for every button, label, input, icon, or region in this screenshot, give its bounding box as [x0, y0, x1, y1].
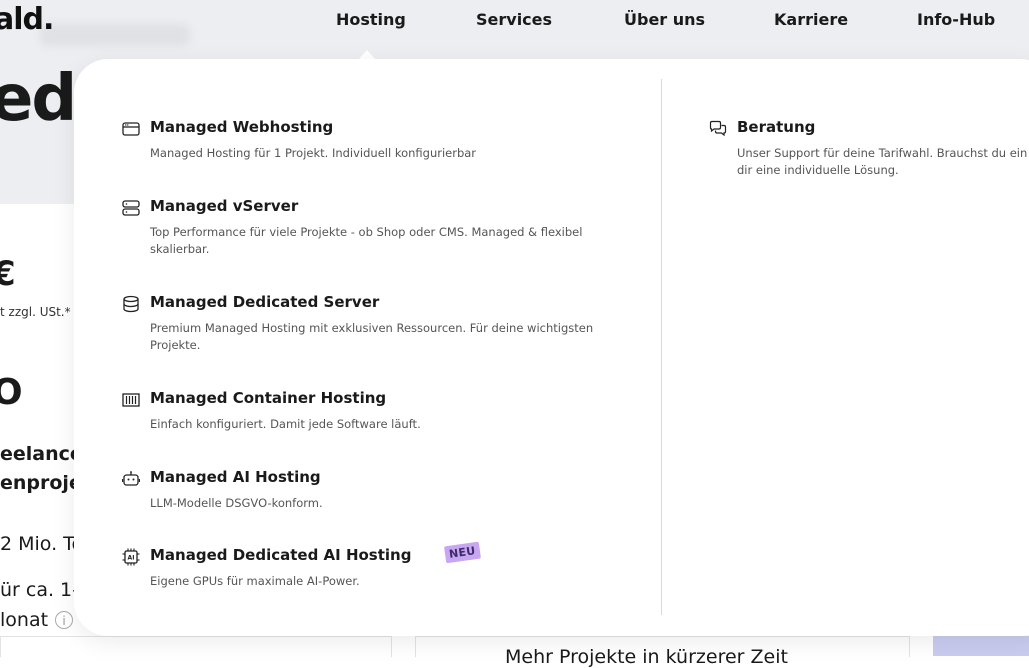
pricing-card-accent — [933, 636, 1029, 656]
menu-item-title: Managed Dedicated AI Hosting — [150, 546, 412, 564]
feature-line: 2 Mio. To — [0, 533, 84, 555]
feature-line: ür ca. 1– — [0, 579, 82, 601]
menu-item-description: Premium Managed Hosting mit exklusiven R… — [150, 321, 594, 352]
menu-item-managed-dedicated-server[interactable]: Managed Dedicated Server Premium Managed… — [122, 293, 622, 357]
section-heading: O — [0, 372, 23, 413]
robot-icon — [122, 471, 140, 486]
server-icon — [122, 200, 140, 216]
hosting-dropdown: Managed Webhosting Managed Hosting für 1… — [74, 59, 1029, 636]
feature-line: lonat — [0, 609, 49, 631]
container-icon — [122, 393, 140, 407]
feature-line: eelance — [0, 443, 83, 465]
price-note: t zzgl. USt.* — [0, 305, 71, 319]
svg-text:AI: AI — [128, 555, 135, 562]
menu-item-managed-webhosting[interactable]: Managed Webhosting Managed Hosting für 1… — [122, 118, 622, 170]
pricing-card — [0, 636, 392, 657]
menu-item-title: Managed vServer — [150, 197, 299, 215]
browser-window-icon — [122, 122, 140, 136]
menu-item-title: Managed Webhosting — [150, 118, 334, 136]
main-nav: Hosting Services Über uns Karriere Info-… — [0, 0, 1029, 40]
menu-item-managed-container-hosting[interactable]: Managed Container Hosting Einfach konfig… — [122, 389, 622, 437]
nav-info-hub[interactable]: Info-Hub — [917, 10, 995, 29]
menu-item-managed-ai-hosting[interactable]: Managed AI Hosting LLM-Modelle DSGVO-kon… — [122, 468, 622, 516]
menu-item-description: Einfach konfiguriert. Damit jede Softwar… — [150, 417, 421, 431]
description-line: Unser Support für deine Tarifwahl. Brauc… — [737, 146, 1028, 160]
menu-item-beratung[interactable]: Beratung Unser Support für deine Tarifwa… — [709, 118, 1029, 182]
nav-hosting[interactable]: Hosting — [336, 10, 406, 29]
new-badge: NEU — [443, 541, 481, 564]
menu-item-managed-vserver[interactable]: Managed vServer Top Performance für viel… — [122, 197, 622, 261]
dropdown-divider — [661, 79, 662, 615]
menu-item-managed-dedicated-ai-hosting[interactable]: AI Managed Dedicated AI Hosting NEU Eige… — [122, 541, 622, 594]
nav-karriere[interactable]: Karriere — [774, 10, 848, 29]
menu-item-description: Eigene GPUs für maximale AI-Power. — [150, 574, 360, 588]
price-value: € — [0, 254, 16, 294]
chat-bubbles-icon — [709, 120, 727, 137]
menu-item-title: Managed Container Hosting — [150, 389, 387, 407]
info-icon[interactable]: i — [55, 611, 73, 629]
description-line: dir eine individuelle Lösung. — [737, 163, 899, 177]
menu-item-title: Managed AI Hosting — [150, 468, 321, 486]
menu-item-description: Top Performance für viele Projekte - ob … — [150, 225, 583, 256]
menu-item-title: Beratung — [737, 118, 816, 136]
menu-item-description: Managed Hosting für 1 Projekt. Individue… — [150, 146, 477, 160]
menu-item-description: LLM-Modelle DSGVO-konform. — [150, 496, 323, 510]
nav-ueber-uns[interactable]: Über uns — [624, 10, 705, 29]
card-text: Mehr Projekte in kürzerer Zeit — [505, 646, 788, 668]
database-icon — [123, 295, 139, 313]
nav-services[interactable]: Services — [476, 10, 552, 29]
ai-chip-icon: AI — [122, 548, 140, 566]
menu-item-description: Unser Support für deine Tarifwahl. Brauc… — [737, 145, 1029, 179]
menu-item-title: Managed Dedicated Server — [150, 293, 380, 311]
